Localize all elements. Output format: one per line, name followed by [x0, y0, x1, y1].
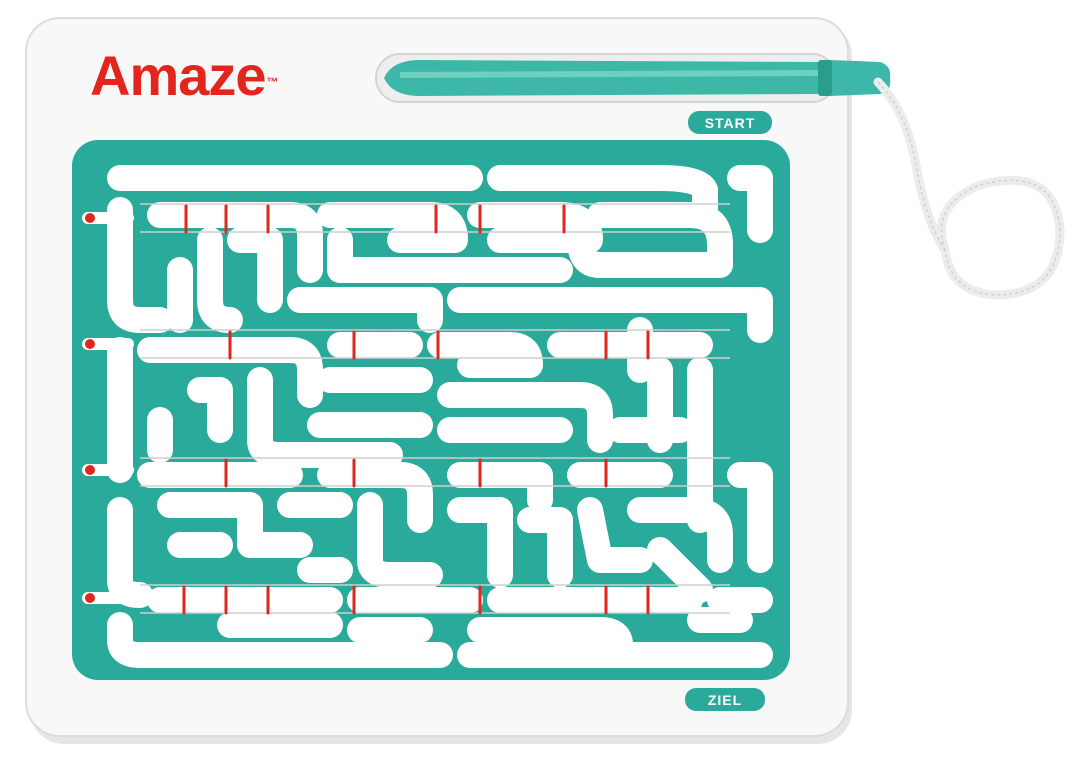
goal-label: ZIEL — [685, 688, 765, 711]
brand-logo: Amaze™ — [90, 44, 279, 108]
trademark-mark: ™ — [266, 75, 279, 89]
brand-name: Amaze — [90, 44, 267, 107]
cord-loop — [873, 77, 1065, 300]
stylus-pen[interactable] — [384, 60, 891, 96]
start-label: START — [688, 111, 772, 134]
maze-toy-photo: Amaze™ START ZIEL — [0, 0, 1080, 757]
maze-toy-drawing — [25, 17, 1065, 744]
